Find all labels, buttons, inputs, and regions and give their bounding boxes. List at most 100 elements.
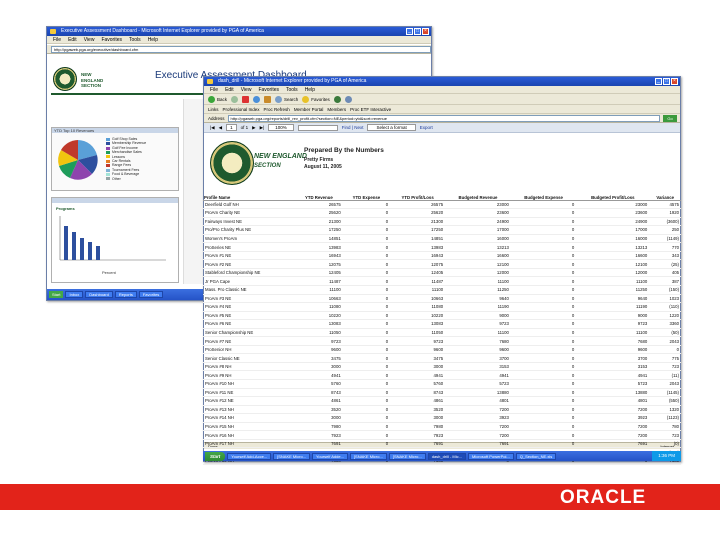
link-professional-index[interactable]: Professional Index [223, 107, 260, 112]
home-button[interactable] [264, 95, 272, 103]
minimize-button[interactable]: _ [406, 28, 413, 35]
col-budget-expense[interactable]: Budgeted Expense [510, 186, 577, 201]
dashboard-url-field[interactable]: http://pgaweb.pga.org/executive/dashboar… [51, 45, 431, 53]
table-row[interactable]: ProAm #1 NE 16943 0 16943 16600 0 16600 343 [203, 251, 681, 261]
table-row[interactable]: ProSeries NE 13983 0 13983 13213 0 13213 770 [203, 242, 681, 252]
table-row[interactable]: ProSenior NH 9600 0 9600 9600 0 9600 0 [203, 345, 681, 355]
table-row[interactable]: Stableford Championship NE 12405 0 12405 120… [203, 268, 681, 278]
table-row[interactable]: Deerfield Golf NH 26575 0 26575 23000 0 23000 4… [203, 200, 681, 210]
last-page-icon[interactable]: ▶| [260, 125, 265, 131]
table-row[interactable]: ProAm #13 NH 3520 0 3520 7200 0 7200 1320 [203, 405, 681, 415]
table-row[interactable]: ProAm #15 NH 7980 0 7980 7200 0 7200 780 [203, 422, 681, 432]
table-row[interactable]: ProAm Charity NE 25620 0 25620 23600 0 23600 19… [203, 208, 681, 218]
table-row[interactable]: ProAm #8 NH 3000 0 3000 3153 0 3153 723 [203, 362, 681, 372]
menu-favorites[interactable]: Favorites [258, 86, 279, 93]
table-row[interactable]: ProAm #5 NE 10220 0 10220 9000 0 9000 1220 [203, 311, 681, 321]
favorites-button[interactable]: Favorites [302, 95, 330, 103]
maximize-button[interactable]: □ [663, 78, 670, 85]
close-button[interactable]: × [422, 28, 429, 35]
menu-edit[interactable]: Edit [225, 86, 234, 93]
export-link[interactable]: Export [420, 125, 433, 130]
refresh-button[interactable] [253, 95, 261, 103]
table-row[interactable]: ProAm #7 NE 9723 0 9723 7680 0 7680 2043 [203, 336, 681, 346]
dashboard-title-bar[interactable]: Executive Assessment Dashboard - Microso… [47, 27, 431, 36]
taskbar-item[interactable]: [SNAKE Micro... [273, 452, 311, 460]
forward-button[interactable] [231, 95, 239, 103]
table-row[interactable]: ProAm #3 NE 10663 0 10663 9640 0 9640 1023 [203, 294, 681, 304]
menu-view[interactable]: View [84, 36, 95, 43]
report-url-field[interactable]: http://pgaweb.pga.org/reports/drill_rev_… [227, 114, 660, 122]
table-row[interactable]: ProAm #2 NE 12075 0 12075 12100 0 12100 (25) [203, 259, 681, 269]
col-budget-profit[interactable]: Budgeted Profit/Loss [576, 186, 650, 201]
next-page-icon[interactable]: ▶ [252, 125, 255, 131]
table-row[interactable]: ProAm #12 NE 4861 0 4861 4801 0 4801 (550) [203, 396, 681, 406]
table-row[interactable]: Senior Championship NE 11050 0 11050 11100 0 1… [203, 328, 681, 338]
back-button[interactable]: Back [208, 95, 227, 103]
menu-tools[interactable]: Tools [129, 36, 141, 43]
minimize-button[interactable]: _ [655, 78, 662, 85]
taskbar-item-active[interactable]: dash_drill - Mic... [427, 452, 466, 460]
link-proc-etf[interactable]: Proc ETF Interactive [350, 107, 391, 112]
menu-favorites[interactable]: Favorites [101, 36, 122, 43]
menu-help[interactable]: Help [305, 86, 315, 93]
taskbar-item[interactable]: [SNAKE Micro... [388, 452, 426, 460]
find-field[interactable] [297, 124, 338, 131]
col-ytd-expense[interactable]: YTD Expense [342, 186, 391, 201]
dashboard-task-2[interactable]: Dashboard [85, 291, 113, 298]
link-member-portal[interactable]: Member Portal [294, 107, 324, 112]
taskbar-item[interactable]: Microsoft PowerPoi... [467, 452, 514, 460]
table-row[interactable]: ProAm #9 NH 4941 0 4941 4941 0 4941 (11) [203, 370, 681, 380]
prev-page-icon[interactable]: ◀ [219, 125, 222, 131]
col-ytd-profit[interactable]: YTD Profit/Loss [390, 186, 446, 201]
media-button[interactable] [333, 95, 341, 103]
table-row[interactable]: ProAm #10 NH 5760 0 5760 5723 0 5723 2043 [203, 379, 681, 389]
dashboard-task-3[interactable]: Reports [114, 291, 137, 298]
taskbar-item[interactable]: Yourself Add-Acce... [227, 452, 272, 460]
zoom-select[interactable]: 100% [268, 124, 294, 131]
report-title-bar[interactable]: dash_drill - Microsoft Internet Explorer… [204, 77, 680, 86]
start-button[interactable]: Start [205, 451, 226, 461]
dashboard-task-4[interactable]: Favorites [138, 291, 164, 298]
taskbar-item[interactable]: Yourself Adde... [312, 452, 348, 460]
link-proc-refresh[interactable]: Proc Refresh [264, 107, 290, 112]
col-ytd-revenue[interactable]: YTD Revenue [295, 186, 343, 201]
table-row[interactable]: ProAm #6 NE 13083 0 13083 9723 0 9723 3360 [203, 319, 681, 329]
table-row[interactable]: ProAm #11 NE 8743 0 8743 13880 0 13880 (1145) [203, 388, 681, 398]
col-budget-revenue[interactable]: Budgeted Revenue [445, 186, 511, 201]
table-row[interactable]: ProAm #14 NH 3000 0 3000 3923 0 3923 (1123) [203, 413, 681, 423]
table-row[interactable]: Jr PGA Cape 11487 0 11487 11100 0 11100 387 [203, 276, 681, 286]
close-button[interactable]: × [671, 78, 678, 85]
taskbar-item[interactable]: [SNAKE Micro... [349, 452, 387, 460]
dashboard-task-0[interactable]: Start [49, 291, 64, 298]
col-variance[interactable]: Variance [649, 186, 681, 201]
taskbar-item[interactable]: Q_Section_NE.xls [515, 452, 557, 460]
table-row[interactable]: Mass. Pro Classic NE 11100 0 11100 11250 0 112… [203, 285, 681, 295]
table-row[interactable]: ProAm #4 NE 11080 0 11080 11190 0 11190 (110) [203, 302, 681, 312]
dashboard-task-1[interactable]: Inbox [65, 291, 84, 298]
menu-edit[interactable]: Edit [68, 36, 77, 43]
format-select[interactable]: Select a format [367, 124, 416, 131]
menu-help[interactable]: Help [148, 36, 158, 43]
maximize-button[interactable]: □ [414, 28, 421, 35]
search-button[interactable]: Search [275, 95, 298, 103]
links-bar: Links Professional Index Proc Refresh Me… [204, 105, 680, 114]
history-button[interactable] [344, 95, 352, 103]
menu-file[interactable]: File [210, 86, 218, 93]
find-next-link[interactable]: Find | Next [342, 125, 364, 130]
col-profile-name[interactable]: Profile Name [203, 186, 295, 201]
table-row[interactable]: Women's ProAm 14851 0 14851 16000 0 16000 (1149… [203, 234, 681, 244]
stop-button[interactable] [242, 95, 250, 103]
link-members[interactable]: Members [327, 107, 346, 112]
menu-view[interactable]: View [241, 86, 252, 93]
menu-tools[interactable]: Tools [286, 86, 298, 93]
table-row[interactable]: ProAm #17 NH 7691 0 7691 7691 0 7691 (0) [203, 439, 681, 449]
menu-file[interactable]: File [53, 36, 61, 43]
table-row[interactable]: ProAm #16 NH 7923 0 7923 7200 0 7200 723 [203, 430, 681, 440]
table-row[interactable]: Senior Classic NE 3475 0 3475 3700 0 3700 775 [203, 353, 681, 363]
value-cell: 0 [342, 200, 391, 210]
table-row[interactable]: Pro/Pro Charity Plus NE 17250 0 17250 17000 0… [203, 225, 681, 235]
page-number-field[interactable]: 1 [226, 124, 237, 131]
table-row[interactable]: Fairways Invest NE 21300 0 21300 24900 0 24900… [203, 217, 681, 227]
first-page-icon[interactable]: |◀ [210, 125, 215, 131]
go-button[interactable]: Go [663, 114, 677, 122]
